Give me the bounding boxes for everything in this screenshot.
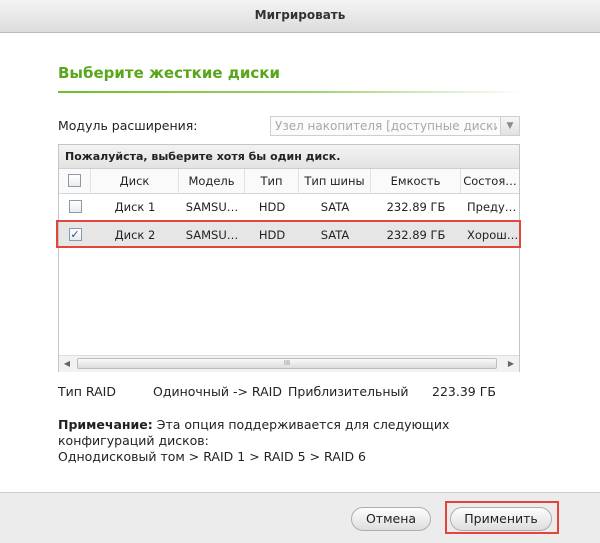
cancel-button[interactable]: Отмена — [351, 507, 431, 531]
note-block: Примечание: Эта опция поддерживается для… — [58, 417, 548, 465]
cell-model: SAMSU… — [185, 200, 239, 214]
note-path: Однодисковый том > RAID 1 > RAID 5 > RAI… — [58, 449, 366, 464]
table-header: Диск Модель Тип Тип шины Емкость Состоя… — [59, 169, 519, 194]
cell-status: Преду… — [467, 200, 517, 214]
expansion-label: Модуль расширения: — [58, 118, 198, 133]
raid-type-value: Одиночный -> RAID — [153, 384, 282, 399]
scroll-right-icon[interactable]: ▶ — [503, 356, 519, 372]
expansion-select-value: Узел накопителя [доступные диски — [275, 119, 497, 133]
note-label: Примечание: — [58, 417, 153, 432]
column-header-type[interactable]: Тип — [245, 169, 299, 193]
column-header-status[interactable]: Состоя… — [461, 169, 519, 193]
horizontal-scrollbar[interactable]: ◀ III ▶ — [59, 355, 519, 372]
expansion-select[interactable]: Узел накопителя [доступные диски ▼ — [270, 116, 520, 136]
column-header-model[interactable]: Модель — [179, 169, 245, 193]
cell-disk: Диск 1 — [114, 200, 156, 214]
scroll-thumb[interactable]: III — [77, 358, 497, 369]
column-header-disk[interactable]: Диск — [91, 169, 179, 193]
row-checkbox-cell[interactable] — [59, 194, 91, 220]
column-header-capacity[interactable]: Емкость — [371, 169, 461, 193]
approx-capacity-value: 223.39 ГБ — [432, 384, 496, 399]
dialog-title: Мигрировать — [0, 0, 600, 33]
cell-type: HDD — [258, 200, 286, 214]
column-header-bus[interactable]: Тип шины — [299, 169, 371, 193]
scroll-left-icon[interactable]: ◀ — [59, 356, 75, 372]
cell-bus: SATA — [320, 200, 350, 214]
approx-capacity-label: Приблизительный — [288, 384, 409, 399]
selected-row-highlight — [56, 220, 521, 248]
section-heading: Выберите жесткие диски — [58, 64, 280, 82]
select-all-checkbox[interactable] — [68, 174, 81, 187]
raid-type-label: Тип RAID — [58, 384, 116, 399]
disk-table: Пожалуйста, выберите хотя бы один диск. … — [58, 144, 520, 372]
chevron-down-icon[interactable]: ▼ — [500, 117, 519, 135]
table-row[interactable]: Диск 1 SAMSU… HDD SATA 232.89 ГБ Преду… — [59, 194, 519, 220]
table-caption: Пожалуйста, выберите хотя бы один диск. — [59, 145, 519, 169]
row-checkbox[interactable] — [68, 200, 82, 213]
heading-divider — [58, 91, 524, 93]
select-all-cell[interactable] — [59, 169, 91, 193]
apply-button-highlight — [445, 501, 559, 534]
cell-capacity: 232.89 ГБ — [386, 200, 446, 214]
